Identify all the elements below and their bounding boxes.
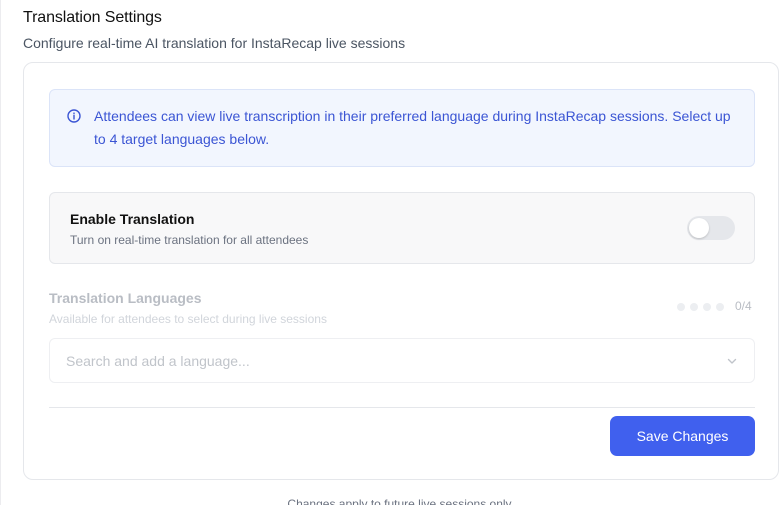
enable-translation-toggle[interactable]	[687, 216, 735, 240]
language-search-combobox[interactable]	[49, 338, 755, 383]
section-divider	[49, 407, 755, 408]
page-subtitle: Configure real-time AI translation for I…	[23, 35, 406, 51]
language-slot-dot	[716, 303, 724, 311]
language-count: 0/4	[735, 299, 752, 313]
info-banner: Attendees can view live transcription in…	[49, 89, 755, 167]
save-changes-button[interactable]: Save Changes	[610, 416, 755, 456]
page-frame: Translation Settings Configure real-time…	[0, 0, 779, 505]
info-banner-text: Attendees can view live transcription in…	[94, 108, 731, 147]
footer-note: Changes apply to future live sessions on…	[287, 497, 512, 505]
language-slot-dot	[690, 303, 698, 311]
info-circle-icon	[67, 109, 81, 123]
page-title: Translation Settings	[23, 9, 162, 26]
toggle-knob	[689, 218, 709, 238]
chevron-down-icon[interactable]	[726, 355, 738, 367]
language-slot-dot	[703, 303, 711, 311]
settings-card: Attendees can view live transcription in…	[23, 62, 779, 480]
language-slot-indicator	[677, 303, 724, 311]
language-search-input[interactable]	[64, 339, 708, 382]
enable-translation-title: Enable Translation	[70, 211, 195, 227]
translation-languages-description: Available for attendees to select during…	[49, 312, 327, 326]
translation-languages-title: Translation Languages	[49, 290, 202, 306]
language-slot-dot	[677, 303, 685, 311]
enable-translation-panel: Enable Translation Turn on real-time tra…	[49, 192, 755, 264]
enable-translation-description: Turn on real-time translation for all at…	[70, 233, 309, 247]
